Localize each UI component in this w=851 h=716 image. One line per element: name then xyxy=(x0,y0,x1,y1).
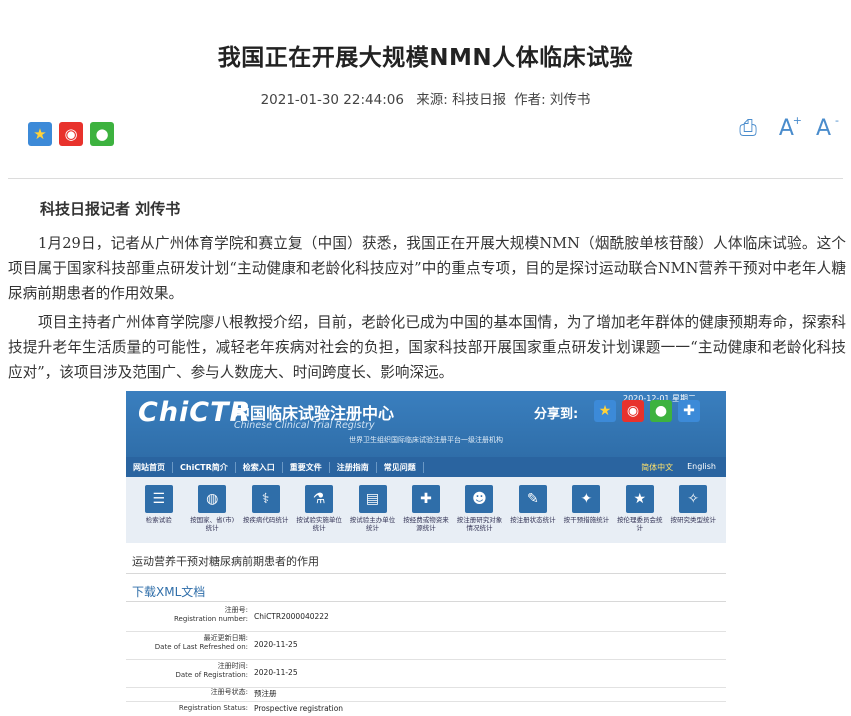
clipboard-icon: ▤ xyxy=(358,485,387,513)
label-cn: 最近更新日期: xyxy=(203,634,248,642)
print-icon[interactable]: ⎙ xyxy=(739,116,757,141)
stat-item: ✦ 按干预措施统计 xyxy=(563,477,609,543)
weibo-icon: ◉ xyxy=(622,400,644,422)
stat-icon-row: ☰ 检索试验 ◍ 按国家、省(市)统计 ⚕ 按疾病代码统计 ⚗ 按试验实施单位统计 ▤ 按… xyxy=(126,477,726,543)
stat-label: 按国家、省(市)统计 xyxy=(190,516,235,532)
paragraph-1: 1月29日，记者从广州体育学院和赛立复（中国）获悉，我国正在开展大规模NMN（烟… xyxy=(8,235,846,302)
article-author: 作者: 刘传书 xyxy=(514,92,591,108)
font-increase-button[interactable]: A + xyxy=(778,114,802,141)
qzone-star-icon[interactable]: ★ xyxy=(28,122,52,146)
flask-icon: ⚗ xyxy=(305,485,334,513)
medkit-icon: ✚ xyxy=(411,485,440,513)
nav-about: ChiCTR简介 xyxy=(173,461,236,473)
row-label: 注册号: Registration number: xyxy=(128,606,248,624)
qzone-star-icon: ★ xyxy=(594,400,616,422)
row-value: ChiCTR2000040222 xyxy=(254,612,329,621)
registry-subtitle: 世界卫生组织国际临床试验注册平台一级注册机构 xyxy=(349,436,503,444)
stat-label: 按试验实施单位统计 xyxy=(296,516,342,532)
nav-guide: 注册指南 xyxy=(330,461,377,473)
share-bar: ★ ◉ ● xyxy=(28,122,114,146)
wechat-icon: ● xyxy=(650,400,672,422)
globe-icon: ◍ xyxy=(198,485,227,513)
nav-faq: 常见问题 xyxy=(377,461,424,473)
stat-label: 按注册研究对象情况统计 xyxy=(456,516,503,532)
table-row: 注册时间: Date of Registration: 2020-11-25 xyxy=(126,659,726,688)
wechat-icon[interactable]: ● xyxy=(90,122,114,146)
list-icon: ☰ xyxy=(144,485,173,513)
font-increase-label: A xyxy=(778,116,794,141)
plus-share-icon: ✚ xyxy=(678,400,700,422)
byline: 科技日报记者 刘传书 xyxy=(40,200,181,218)
stat-label: 按疾病代码统计 xyxy=(242,516,289,524)
xml-download-link: 下载XML文档 xyxy=(132,585,206,599)
row-label: 注册号状态: xyxy=(210,688,248,696)
paragraph-2: 项目主持者广州体育学院廖八根教授介绍，目前，老龄化已成为中国的基本国情，为了增加… xyxy=(8,314,846,381)
publish-date: 2021-01-30 22:44:06 xyxy=(260,92,404,108)
row-label: 注册时间: Date of Registration: xyxy=(128,662,249,680)
label-cn: 注册号: xyxy=(224,606,248,614)
table-row: 最近更新日期: Date of Last Refreshed on: 2020-1… xyxy=(126,631,726,660)
weibo-icon[interactable]: ◉ xyxy=(59,122,83,146)
article-title: 我国正在开展大规模NMN人体临床试验 xyxy=(217,45,634,71)
language-switch: 简体中文 English xyxy=(641,462,716,473)
nav-home: 网站首页 xyxy=(126,461,173,473)
intervention-icon: ✦ xyxy=(572,485,601,513)
label-en: Date of Last Refreshed on: xyxy=(154,643,248,651)
stat-item: ✚ 按经费或物资来源统计 xyxy=(403,477,449,543)
stat-item: ★ 按伦理委员会统计 xyxy=(617,477,663,543)
embedded-share-bar: ★ ◉ ● ✚ xyxy=(594,400,700,422)
nav-documents: 重要文件 xyxy=(283,461,330,473)
article-meta: 2021-01-30 22:44:06 来源: 科技日报 作者: 刘传书 xyxy=(0,88,851,108)
share-to-label: 分享到: xyxy=(534,407,579,422)
article-source: 来源: 科技日报 xyxy=(416,92,507,108)
lang-english: English xyxy=(687,461,716,471)
embedded-screenshot: ChiCTR 中国临床试验注册中心 Chinese Clinical Trial… xyxy=(126,391,726,716)
divider xyxy=(8,178,843,179)
divider xyxy=(126,601,726,602)
stat-label: 按注册状态统计 xyxy=(510,516,556,524)
label-cn: 注册时间: xyxy=(217,662,248,670)
label-en: Registration number: xyxy=(174,615,248,623)
sparkle-icon: ✧ xyxy=(679,485,708,513)
stat-label: 按试验主办单位统计 xyxy=(349,516,396,532)
dna-icon: ⚕ xyxy=(251,485,280,513)
font-decrease-button[interactable]: A- xyxy=(815,114,839,141)
nav-search: 检索入口 xyxy=(236,461,283,473)
row-value: 2020-11-25 xyxy=(254,640,298,649)
star-icon: ★ xyxy=(625,485,654,513)
stat-item: ✎ 按注册状态统计 xyxy=(510,477,556,543)
font-decrease-label: A xyxy=(815,116,831,141)
status-icon: ✎ xyxy=(518,485,547,513)
label-en: Date of Registration: xyxy=(175,671,249,679)
registry-name-en: Chinese Clinical Trial Registry xyxy=(234,420,375,431)
table-row: Registration Status: Prospective registr… xyxy=(126,701,726,716)
row-label: Registration Status: xyxy=(178,704,248,712)
stat-label: 检索试验 xyxy=(145,516,172,524)
stat-item: ☻ 按注册研究对象情况统计 xyxy=(456,477,502,543)
stat-label: 按研究类型统计 xyxy=(670,516,717,524)
table-row: 注册号状态: 预注册 xyxy=(126,685,726,702)
row-value: 预注册 xyxy=(254,689,277,698)
stat-item: ◍ 按国家、省(市)统计 xyxy=(189,477,235,543)
stat-item: ▤ 按试验主办单位统计 xyxy=(350,477,396,543)
table-row: 注册号: Registration number: ChiCTR200004022… xyxy=(126,603,726,632)
embedded-nav: 网站首页 ChiCTR简介 检索入口 重要文件 注册指南 常见问题 简体中文 E… xyxy=(126,457,726,477)
stat-item: ⚗ 按试验实施单位统计 xyxy=(296,477,342,543)
divider xyxy=(126,573,726,574)
lang-chinese: 简体中文 xyxy=(641,462,674,472)
stat-item: ⚕ 按疾病代码统计 xyxy=(243,477,289,543)
stat-label: 按干预措施统计 xyxy=(563,516,610,524)
chictr-banner: ChiCTR 中国临床试验注册中心 Chinese Clinical Trial… xyxy=(126,391,726,457)
row-label: 最近更新日期: Date of Last Refreshed on: xyxy=(128,634,248,652)
row-value: Prospective registration xyxy=(254,704,344,713)
stat-item: ✧ 按研究类型统计 xyxy=(670,477,716,543)
stat-label: 按伦理委员会统计 xyxy=(617,516,663,532)
stat-label: 按经费或物资来源统计 xyxy=(403,516,449,532)
article-tools: ⎙ A + A- xyxy=(739,114,839,141)
stat-item: ☰ 检索试验 xyxy=(136,477,182,543)
project-title: 运动营养干预对糖尿病前期患者的作用 xyxy=(132,555,319,568)
row-value: 2020-11-25 xyxy=(254,668,298,677)
people-icon: ☻ xyxy=(465,485,494,513)
